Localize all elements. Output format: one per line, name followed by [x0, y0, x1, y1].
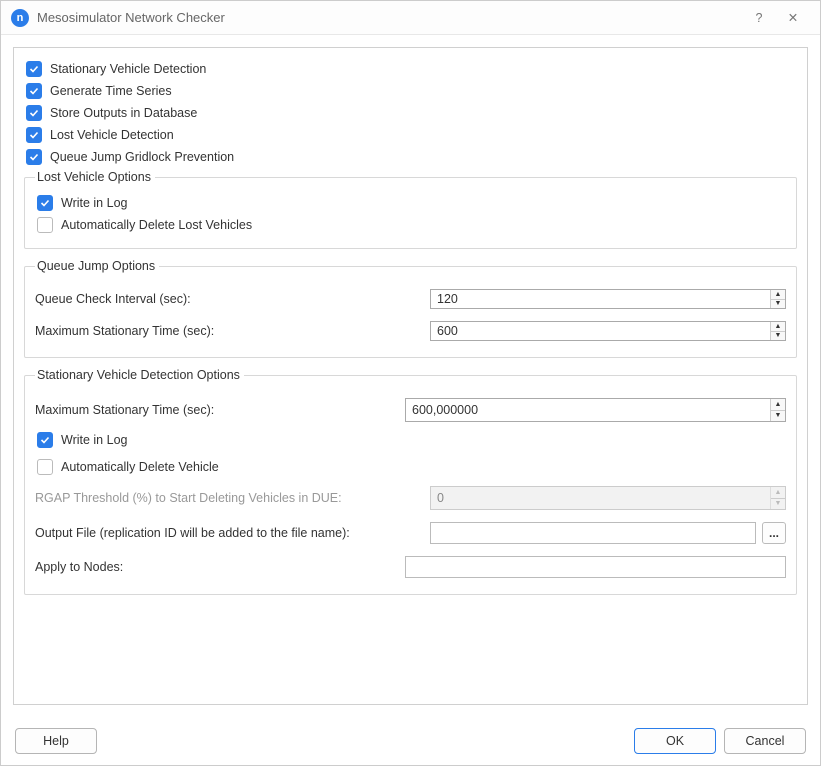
check-lost-vehicle-detection[interactable]: Lost Vehicle Detection: [24, 124, 797, 146]
check-svd-write-in-log[interactable]: Write in Log: [35, 426, 786, 451]
check-label: Store Outputs in Database: [50, 106, 197, 120]
check-stationary-vehicle-detection[interactable]: Stationary Vehicle Detection: [24, 58, 797, 80]
check-label: Stationary Vehicle Detection: [50, 62, 206, 76]
check-generate-time-series[interactable]: Generate Time Series: [24, 80, 797, 102]
close-icon[interactable]: ✕: [776, 4, 810, 32]
spinner-down-icon[interactable]: ▼: [771, 299, 785, 309]
rgap-threshold-spinner: ▲ ▼: [430, 486, 786, 510]
cancel-button[interactable]: Cancel: [724, 728, 806, 754]
spinner-up-icon[interactable]: ▲: [771, 322, 785, 331]
checkbox-icon[interactable]: [37, 195, 53, 211]
field-label: Maximum Stationary Time (sec):: [35, 403, 405, 417]
checkbox-icon[interactable]: [37, 432, 53, 448]
field-label: Apply to Nodes:: [35, 560, 405, 574]
svd-max-stationary-input[interactable]: [406, 399, 770, 421]
app-icon: n: [11, 9, 29, 27]
queue-check-interval-spinner[interactable]: ▲ ▼: [430, 289, 786, 309]
checkbox-icon[interactable]: [26, 61, 42, 77]
spinner-down-icon[interactable]: ▼: [771, 331, 785, 341]
field-label: Output File (replication ID will be adde…: [35, 526, 430, 540]
apply-to-nodes-input[interactable]: [405, 556, 786, 578]
stationary-options-group: Stationary Vehicle Detection Options Max…: [24, 368, 797, 595]
spinner-down-icon[interactable]: ▼: [771, 410, 785, 422]
field-label: Maximum Stationary Time (sec):: [35, 324, 430, 338]
row-rgap-threshold: RGAP Threshold (%) to Start Deleting Veh…: [35, 478, 786, 514]
ok-button[interactable]: OK: [634, 728, 716, 754]
checkbox-icon[interactable]: [37, 459, 53, 475]
browse-button[interactable]: ...: [762, 522, 786, 544]
qj-max-stationary-spinner[interactable]: ▲ ▼: [430, 321, 786, 341]
check-queue-jump-gridlock-prevention[interactable]: Queue Jump Gridlock Prevention: [24, 146, 797, 168]
group-legend: Lost Vehicle Options: [35, 170, 155, 184]
group-legend: Stationary Vehicle Detection Options: [35, 368, 244, 382]
svd-max-stationary-spinner[interactable]: ▲ ▼: [405, 398, 786, 422]
qj-max-stationary-input[interactable]: [431, 322, 770, 340]
checkbox-icon[interactable]: [26, 127, 42, 143]
checkbox-icon[interactable]: [26, 83, 42, 99]
checkbox-icon[interactable]: [26, 149, 42, 165]
row-output-file: Output File (replication ID will be adde…: [35, 514, 786, 548]
lost-vehicle-options-group: Lost Vehicle Options Write in Log Automa…: [24, 170, 797, 249]
check-label: Write in Log: [61, 433, 127, 447]
help-icon[interactable]: ?: [742, 4, 776, 32]
row-apply-to-nodes: Apply to Nodes:: [35, 548, 786, 582]
row-svd-max-stationary-time: Maximum Stationary Time (sec): ▲ ▼: [35, 390, 786, 426]
check-label: Lost Vehicle Detection: [50, 128, 174, 142]
check-label: Automatically Delete Lost Vehicles: [61, 218, 252, 232]
spinner-up-icon: ▲: [771, 487, 785, 498]
row-qj-max-stationary-time: Maximum Stationary Time (sec): ▲ ▼: [35, 313, 786, 345]
field-label: RGAP Threshold (%) to Start Deleting Veh…: [35, 491, 430, 505]
check-label: Queue Jump Gridlock Prevention: [50, 150, 234, 164]
queue-jump-options-group: Queue Jump Options Queue Check Interval …: [24, 259, 797, 358]
titlebar: n Mesosimulator Network Checker ? ✕: [1, 1, 820, 35]
check-lvo-write-in-log[interactable]: Write in Log: [35, 192, 786, 214]
window-title: Mesosimulator Network Checker: [37, 10, 742, 25]
check-label: Generate Time Series: [50, 84, 172, 98]
spinner-up-icon[interactable]: ▲: [771, 290, 785, 299]
checkbox-icon[interactable]: [37, 217, 53, 233]
rgap-threshold-input: [431, 487, 770, 509]
queue-check-interval-input[interactable]: [431, 290, 770, 308]
group-legend: Queue Jump Options: [35, 259, 159, 273]
check-lvo-auto-delete[interactable]: Automatically Delete Lost Vehicles: [35, 214, 786, 236]
output-file-input[interactable]: [430, 522, 756, 544]
check-label: Write in Log: [61, 196, 127, 210]
field-label: Queue Check Interval (sec):: [35, 292, 430, 306]
spinner-up-icon[interactable]: ▲: [771, 399, 785, 410]
check-svd-auto-delete[interactable]: Automatically Delete Vehicle: [35, 451, 786, 478]
spinner-down-icon: ▼: [771, 498, 785, 510]
dialog-footer: Help OK Cancel: [1, 717, 820, 765]
main-panel: Stationary Vehicle Detection Generate Ti…: [13, 47, 808, 705]
check-store-outputs-in-db[interactable]: Store Outputs in Database: [24, 102, 797, 124]
help-button[interactable]: Help: [15, 728, 97, 754]
check-label: Automatically Delete Vehicle: [61, 460, 219, 474]
row-queue-check-interval: Queue Check Interval (sec): ▲ ▼: [35, 281, 786, 313]
checkbox-icon[interactable]: [26, 105, 42, 121]
